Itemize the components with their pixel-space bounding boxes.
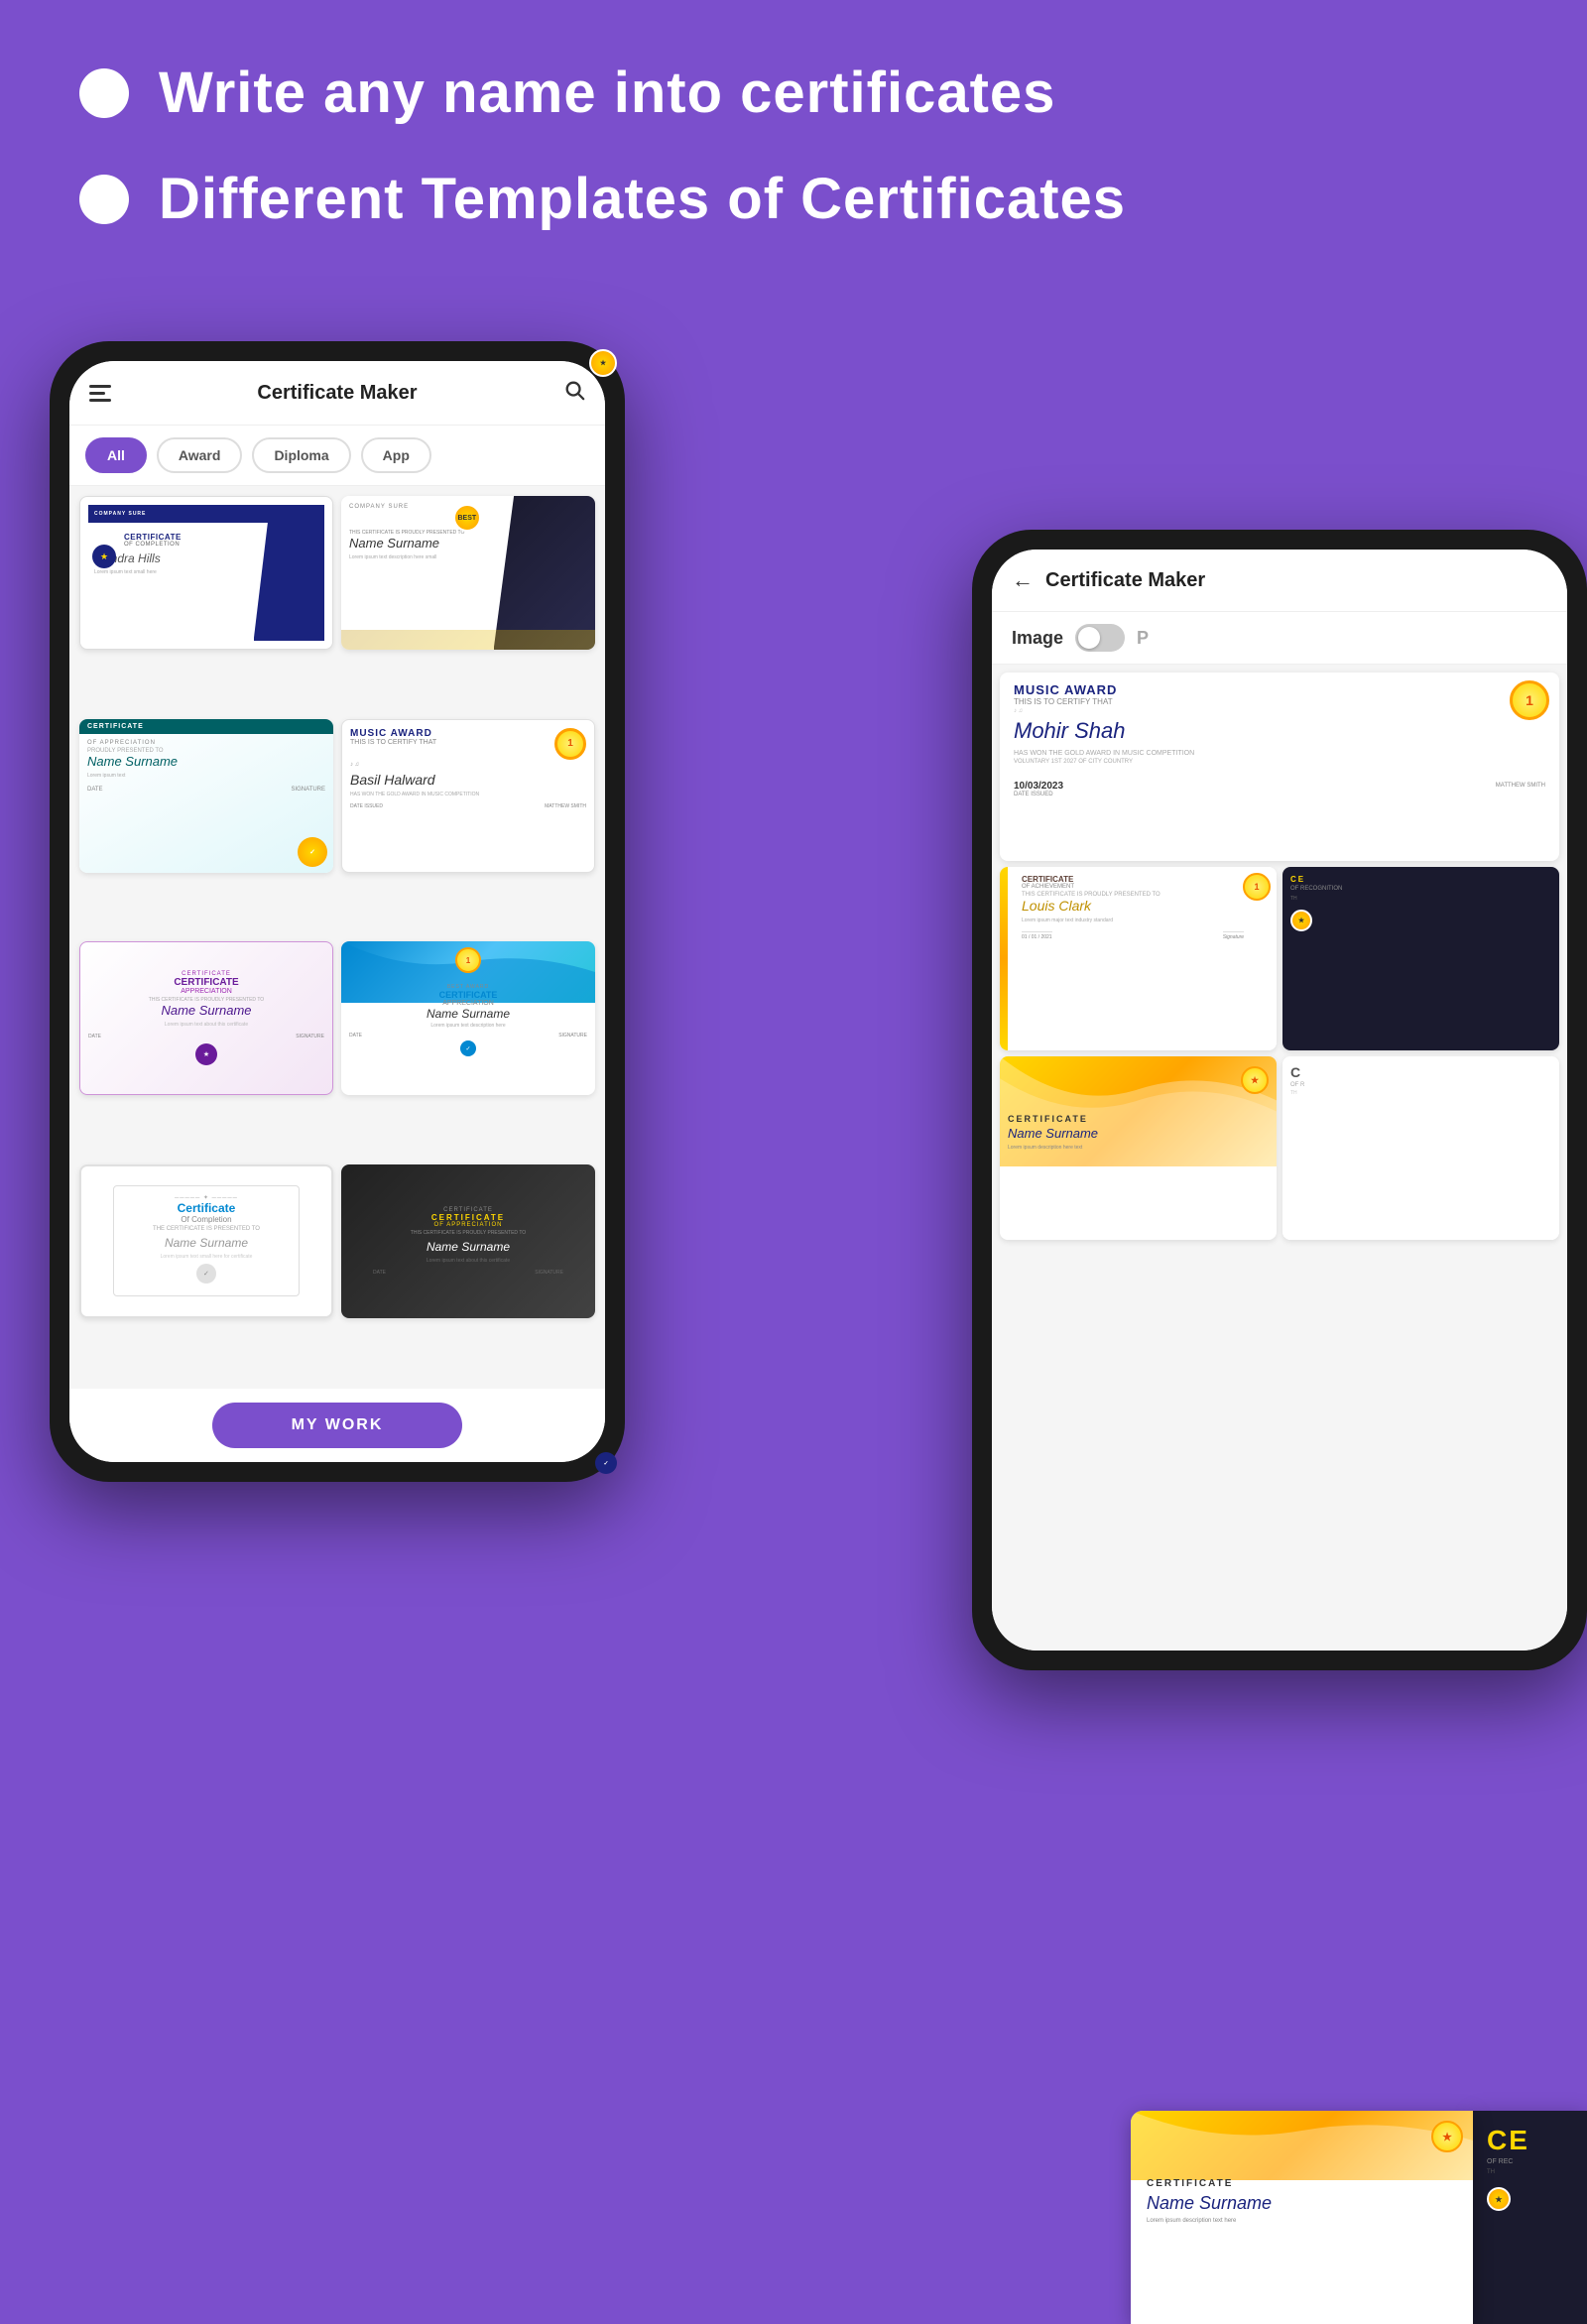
my-work-btn-area: MY WORK <box>69 1389 605 1462</box>
teal-header: CERTIFICATE <box>79 719 333 734</box>
phone-screen-left: Certificate Maker All Award Diploma App <box>69 361 605 1462</box>
search-icon[interactable] <box>563 379 585 407</box>
toggle-switch[interactable] <box>1075 624 1125 652</box>
cert-card-4[interactable]: MUSIC AWARD THIS IS TO CERTIFY THAT 1 ♪ … <box>341 719 595 873</box>
filter-tab-diploma[interactable]: Diploma <box>252 437 350 473</box>
cert-ce-partial: CE OF REC TH ★ <box>1473 2111 1587 2324</box>
hamburger-icon[interactable] <box>89 385 111 402</box>
feature-1-item: Write any name into certificates <box>79 60 1508 126</box>
cert-name-surname-box: CERTIFICATE Name Surname Lorem ipsum des… <box>1131 2111 1473 2324</box>
filter-tab-app[interactable]: App <box>361 437 431 473</box>
app-title-left: Certificate Maker <box>257 382 417 405</box>
cert-card-8[interactable]: ★ CERTIFICATE CERTIFICATE OF APPRECIATIO… <box>341 1164 595 1318</box>
cert-card-6[interactable]: 1 BEST AWARD Certificate Appreciation Na… <box>341 941 595 1095</box>
cert-card-2[interactable]: COMPANY SURE BEST THIS CERTIFICATE IS PR… <box>341 496 595 650</box>
filter-tab-all[interactable]: All <box>85 437 147 473</box>
r-cert-row-1: 1 Certificate OF ACHIEVEMENT THIS CERTIF… <box>1000 867 1559 1050</box>
app-title-right: Certificate Maker <box>1045 569 1205 592</box>
toggle-area: Image P <box>992 612 1567 665</box>
blue-wave-content: BEST AWARD Certificate Appreciation Name… <box>349 984 587 1056</box>
phone-left: Certificate Maker All Award Diploma App <box>50 341 625 1482</box>
bullet-dot-1 <box>79 68 129 118</box>
cert-ns-name: Name Surname <box>1147 2193 1457 2214</box>
cert-grid-left: COMPANY SURE ★ CERTIFICATE OF COMPLETION <box>69 486 605 1389</box>
teal-body: OF APPRECIATION PROUDLY PRESENTED TO Nam… <box>79 734 333 873</box>
r-cert-music-full[interactable]: MUSIC AWARD THIS IS TO CERTIFY THAT ♪ ♫ … <box>1000 673 1559 861</box>
cert-card-1[interactable]: COMPANY SURE ★ CERTIFICATE OF COMPLETION <box>79 496 333 650</box>
cert-ce-text: CE <box>1487 2125 1529 2156</box>
r-cert-ce[interactable]: CE OF RECOGNITION TH ★ <box>1282 867 1559 1050</box>
r-cert-c-partial[interactable]: C OF R TH <box>1282 1056 1559 1240</box>
filter-tab-award[interactable]: Award <box>157 437 243 473</box>
phone-right: ← Certificate Maker Image P MUSIC AWARD … <box>972 530 1587 1670</box>
r-cert-gold-wave[interactable]: CERTIFICATE Name Surname Lorem ipsum des… <box>1000 1056 1277 1240</box>
app-bar-right: ← Certificate Maker <box>992 550 1567 612</box>
toggle-knob <box>1078 627 1100 649</box>
app-bar-left: Certificate Maker <box>69 361 605 426</box>
header-section: Write any name into certificates Differe… <box>0 0 1587 292</box>
filter-tabs: All Award Diploma App <box>69 426 605 486</box>
toggle-label: Image <box>1012 628 1063 649</box>
bottom-cert-area: CERTIFICATE Name Surname Lorem ipsum des… <box>1131 2111 1587 2324</box>
cert-ns-title: CERTIFICATE <box>1147 2178 1457 2189</box>
r-cert-achievement[interactable]: 1 Certificate OF ACHIEVEMENT THIS CERTIF… <box>1000 867 1277 1050</box>
feature-2-item: Different Templates of Certificates <box>79 166 1508 232</box>
feature-1-text: Write any name into certificates <box>159 60 1055 126</box>
cert-card-7[interactable]: ───── ✦ ───── Certificate Of Completion … <box>79 1164 333 1318</box>
feature-2-text: Different Templates of Certificates <box>159 166 1126 232</box>
p-label: P <box>1137 628 1149 649</box>
my-work-button[interactable]: MY WORK <box>212 1403 463 1448</box>
right-scroll-content: MUSIC AWARD THIS IS TO CERTIFY THAT ♪ ♫ … <box>992 665 1567 1651</box>
phones-area: Certificate Maker All Award Diploma App <box>0 311 1587 2196</box>
r-cert-row-2: CERTIFICATE Name Surname Lorem ipsum des… <box>1000 1056 1559 1240</box>
cert-card-5[interactable]: CERTIFICATE Certificate Appreciation THI… <box>79 941 333 1095</box>
phone-screen-right: ← Certificate Maker Image P MUSIC AWARD … <box>992 550 1567 1651</box>
cert-card-3[interactable]: CERTIFICATE OF APPRECIATION PROUDLY PRES… <box>79 719 333 873</box>
bullet-dot-2 <box>79 175 129 224</box>
back-button[interactable]: ← <box>1012 567 1034 593</box>
teal-cert-name: Name Surname <box>87 754 178 769</box>
